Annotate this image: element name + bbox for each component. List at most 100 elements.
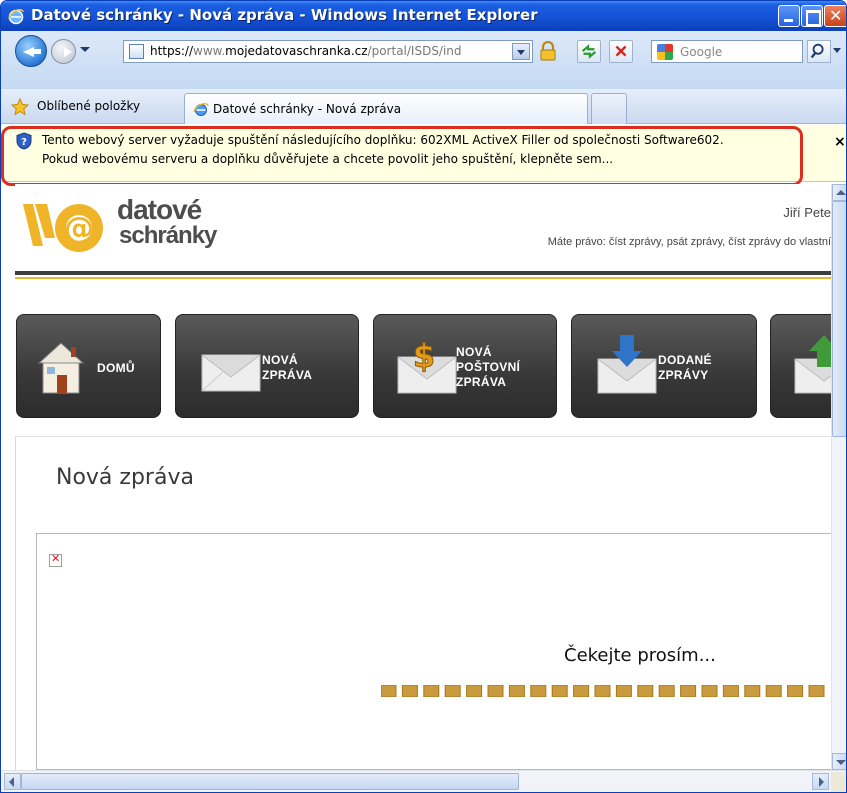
nav-new-message-label-2: ZPRÁVA: [262, 368, 313, 382]
scroll-up-button[interactable]: [832, 184, 846, 201]
progress-block: [615, 685, 632, 697]
outbox-upload-icon: [794, 335, 831, 394]
search-button[interactable]: [807, 40, 831, 63]
forward-button[interactable]: [51, 39, 76, 64]
nav-sent-messages[interactable]: [770, 314, 831, 418]
scroll-down-button[interactable]: [832, 753, 846, 770]
page-title: Nová zpráva: [56, 465, 194, 490]
back-button[interactable]: [15, 35, 47, 67]
tab-active[interactable]: Datové schránky - Nová zpráva: [184, 93, 588, 124]
brand-name-line-2: schránky: [119, 222, 217, 249]
progress-block: [508, 685, 525, 697]
horizontal-scroll-thumb[interactable]: [21, 773, 519, 790]
minimize-button[interactable]: [778, 5, 800, 27]
window-title: Datové schránky - Nová zpráva - Windows …: [31, 6, 538, 24]
internet-explorer-icon: [193, 103, 209, 116]
close-window-button[interactable]: [824, 5, 846, 27]
svg-text:@: @: [64, 211, 94, 246]
nav-new-message-label-1: NOVÁ: [262, 353, 298, 367]
nav-new-postal-message[interactable]: $ NOVÁ POŠTOVNÍ ZPRÁVA: [373, 314, 557, 418]
favorites-button[interactable]: Oblíbené položky: [37, 99, 140, 113]
progress-block: [680, 685, 697, 697]
scrollbar-corner: [831, 772, 846, 792]
horizontal-scrollbar[interactable]: [1, 770, 846, 792]
datove-schranky-logo: @: [23, 204, 103, 252]
search-field[interactable]: Google: [651, 40, 803, 63]
scroll-left-button[interactable]: [4, 773, 21, 790]
stop-button[interactable]: [609, 40, 633, 63]
refresh-button[interactable]: [577, 40, 601, 63]
header-accent-line: [15, 277, 831, 279]
address-field[interactable]: https://www.mojedatovaschranka.cz/portal…: [123, 40, 533, 63]
tab-label: Datové schránky - Nová zpráva: [213, 102, 402, 116]
page-content: @ datové schránky Jiří Pete Máte právo: …: [15, 184, 831, 770]
shield-icon: ?: [16, 132, 32, 150]
progress-block: [637, 685, 654, 697]
nav-home-label: DOMŮ: [97, 361, 135, 375]
information-bar-line-1: Tento webový server vyžaduje spuštění ná…: [42, 133, 724, 147]
nav-home[interactable]: DOMŮ: [16, 314, 161, 418]
broken-image-icon[interactable]: [49, 552, 62, 567]
progress-block: [658, 685, 675, 697]
information-bar-close-icon[interactable]: ×: [834, 134, 846, 150]
stop-icon: [615, 45, 627, 57]
internet-explorer-icon: [8, 9, 24, 25]
progress-block: [722, 685, 739, 697]
new-tab-button[interactable]: [591, 93, 627, 124]
information-bar-line-2: Pokud webovému serveru a doplňku důvěřuj…: [42, 152, 614, 166]
money-envelope-icon: $: [397, 337, 457, 394]
information-bar[interactable]: ? Tento webový server vyžaduje spuštění …: [1, 125, 846, 182]
progress-block: [765, 685, 782, 697]
progress-block: [744, 685, 761, 697]
vertical-scroll-thumb[interactable]: [832, 201, 846, 437]
page-icon: [129, 44, 144, 59]
activex-filler-frame: Čekejte prosím...: [36, 533, 831, 770]
magnifier-icon: [810, 43, 824, 59]
star-icon[interactable]: [11, 98, 29, 116]
progress-block: [466, 685, 483, 697]
refresh-icon: [581, 44, 597, 59]
progress-block: [787, 685, 804, 697]
url-text[interactable]: https://www.mojedatovaschranka.cz/portal…: [150, 44, 515, 58]
loading-message: Čekejte prosím...: [564, 645, 716, 666]
loading-progress-bar: [381, 685, 825, 697]
google-icon: [657, 44, 673, 60]
svg-text:$: $: [413, 337, 435, 375]
svg-text:?: ?: [21, 137, 27, 148]
lock-icon[interactable]: [539, 41, 557, 61]
user-rights: Máte právo: číst zprávy, psát zprávy, čí…: [547, 236, 831, 248]
favorites-bar: Oblíbené položky Datové schránky - Nová …: [1, 89, 846, 124]
nav-delivered-messages[interactable]: DODANÉ ZPRÁVY: [571, 314, 757, 418]
user-name[interactable]: Jiří Pete: [783, 205, 831, 220]
nav-new-message[interactable]: NOVÁ ZPRÁVA: [175, 314, 359, 418]
progress-block: [701, 685, 718, 697]
search-options-dropdown[interactable]: [833, 48, 841, 53]
search-placeholder: Google: [680, 45, 723, 59]
address-dropdown-button[interactable]: [512, 43, 530, 60]
navigation-toolbar: https://www.mojedatovaschranka.cz/portal…: [1, 31, 846, 89]
vertical-scrollbar[interactable]: [831, 184, 846, 770]
progress-block: [530, 685, 547, 697]
information-bar-message[interactable]: Tento webový server vyžaduje spuštění ná…: [42, 131, 812, 169]
nav-new-postal-message-label-1: NOVÁ: [456, 345, 492, 359]
title-bar[interactable]: Datové schránky - Nová zpráva - Windows …: [1, 1, 846, 31]
recent-pages-dropdown[interactable]: [80, 47, 90, 52]
browser-window: Datové schránky - Nová zpráva - Windows …: [0, 0, 847, 793]
nav-new-postal-message-label-3: ZPRÁVA: [456, 375, 507, 389]
progress-block: [573, 685, 590, 697]
progress-block: [423, 685, 440, 697]
house-icon: [37, 342, 85, 394]
maximize-button[interactable]: [801, 5, 823, 27]
progress-block: [808, 685, 825, 697]
inbox-download-icon: [597, 335, 657, 394]
progress-block: [487, 685, 504, 697]
progress-block: [381, 685, 397, 697]
nav-new-postal-message-label-2: POŠTOVNÍ: [456, 360, 521, 374]
header-divider: [15, 271, 831, 275]
envelope-icon: [201, 354, 261, 392]
progress-block: [401, 685, 418, 697]
nav-delivered-messages-label-2: ZPRÁVY: [658, 368, 709, 382]
scroll-right-button[interactable]: [812, 773, 829, 790]
main-navigation: DOMŮ NOVÁ ZPRÁVA $ NOVÁ POŠTOVNÍ ZPRÁVA …: [15, 314, 831, 418]
progress-block: [594, 685, 611, 697]
